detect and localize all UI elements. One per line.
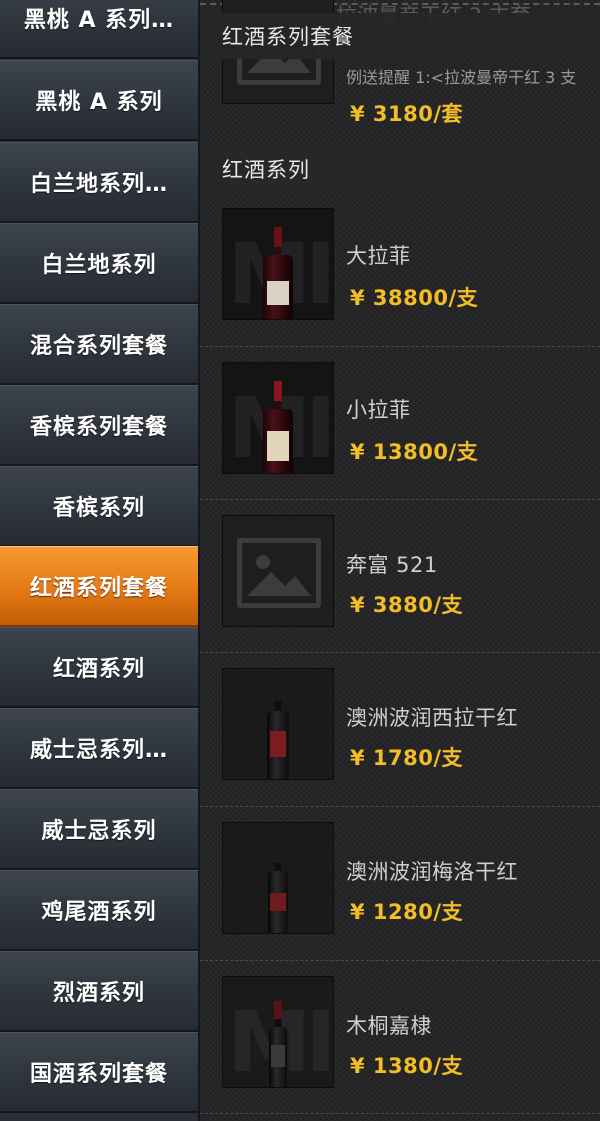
product-thumbnail: MI [222, 208, 334, 320]
sidebar-item-cocktail[interactable]: 鸡尾酒系列 [0, 870, 198, 951]
product-name: 大拉菲 [346, 244, 411, 268]
sidebar-item-label: 香槟系列套餐 [29, 415, 168, 440]
product-item[interactable]: MI 木桐嘉棣 ¥ 1380/支 [200, 960, 600, 1113]
category-sidebar[interactable]: 黑桃 A 系列… 黑桃 A 系列 白兰地系列… 白兰地系列 混合系列套餐 香槟系… [0, 0, 200, 1121]
wine-bottle-icon [269, 1001, 287, 1087]
sidebar-item-label: 混合系列套餐 [29, 334, 168, 359]
product-price: ¥ 38800/支 [350, 286, 479, 310]
sidebar-item-champagne[interactable]: 香槟系列 [0, 466, 198, 547]
product-price: ¥ 13800/支 [350, 440, 479, 464]
product-name: 澳洲波润西拉干红 [346, 706, 518, 730]
sidebar-item-label: 黑桃 A 系列 [35, 90, 163, 115]
product-price: ¥ 3180/套 [350, 102, 464, 126]
sidebar-item-label: 红酒系列套餐 [29, 576, 168, 601]
product-list[interactable]: 拉波曼帝干红 3 支套 例送提醒 1:<拉波曼帝干红 3 支 ¥ 3180/套 … [200, 0, 600, 1121]
sidebar-item-ace-of-spades[interactable]: 黑桃 A 系列 [0, 60, 198, 141]
product-price: ¥ 1780/支 [350, 746, 464, 770]
product-note: 例送提醒 1:<拉波曼帝干红 3 支 [346, 68, 577, 87]
sidebar-item-label: 黑桃 A 系列… [23, 8, 175, 33]
product-thumbnail: MI [222, 362, 334, 474]
sidebar-item-label: 国酒系列套餐 [29, 1062, 168, 1087]
product-price: ¥ 3880/支 [350, 593, 464, 617]
product-item[interactable]: MI 小拉菲 ¥ 13800/支 [200, 346, 600, 499]
wine-bottle-icon [263, 381, 293, 473]
sidebar-item-mixed-set[interactable]: 混合系列套餐 [0, 304, 198, 385]
row-divider [200, 1113, 600, 1114]
product-name: 小拉菲 [346, 398, 411, 422]
product-name: 澳洲波润梅洛干红 [346, 860, 518, 884]
sidebar-item-label: 白兰地系列… [29, 172, 168, 197]
sidebar-item-brandy[interactable]: 白兰地系列 [0, 223, 198, 304]
sidebar-item-whisky-set[interactable]: 威士忌系列… [0, 708, 198, 789]
sidebar-item-ace-of-spades-set[interactable]: 黑桃 A 系列… [0, 0, 198, 59]
sidebar-item-label: 鸡尾酒系列 [41, 900, 157, 925]
product-item[interactable]: 奔富 521 ¥ 3880/支 [200, 499, 600, 652]
product-thumbnail [222, 668, 334, 780]
sidebar-item-spirits[interactable]: 烈酒系列 [0, 951, 198, 1032]
sidebar-item-champagne-set[interactable]: 香槟系列套餐 [0, 385, 198, 466]
wine-bottle-icon [267, 679, 289, 779]
product-name: 木桐嘉棣 [346, 1014, 432, 1038]
product-price: ¥ 1280/支 [350, 900, 464, 924]
sidebar-item-label: 烈酒系列 [52, 981, 145, 1006]
sidebar-item-red-wine[interactable]: 红酒系列 [0, 627, 198, 708]
sidebar-item-whisky[interactable]: 威士忌系列 [0, 789, 198, 870]
sticky-section-header: 红酒系列套餐 [200, 13, 600, 59]
sidebar-item-brandy-set[interactable]: 白兰地系列… [0, 142, 198, 223]
product-item[interactable]: 澳洲波润西拉干红 ¥ 1780/支 [200, 652, 600, 805]
sidebar-item-label: 白兰地系列 [41, 253, 157, 278]
product-item[interactable]: 澳洲波润梅洛干红 ¥ 1280/支 [200, 806, 600, 959]
product-thumbnail [222, 515, 334, 627]
sidebar-item-red-wine-set[interactable]: 红酒系列套餐 [0, 546, 198, 627]
section-header-red-wine: 红酒系列 [200, 146, 600, 192]
product-name: 奔富 521 [346, 553, 438, 577]
sidebar-item-label: 威士忌系列 [41, 819, 157, 844]
sidebar-item-label: 红酒系列 [52, 657, 145, 682]
sidebar-item-label: 香槟系列 [52, 496, 145, 521]
product-thumbnail [222, 822, 334, 934]
product-item[interactable]: MI 大拉菲 ¥ 38800/支 [200, 192, 600, 345]
sidebar-item-label: 威士忌系列… [29, 738, 168, 763]
wine-bottle-icon [268, 843, 288, 933]
sidebar-item-chinese-liquor-set[interactable]: 国酒系列套餐 [0, 1032, 198, 1113]
wine-bottle-icon [263, 227, 293, 319]
product-price: ¥ 1380/支 [350, 1054, 464, 1078]
product-thumbnail: MI [222, 976, 334, 1088]
